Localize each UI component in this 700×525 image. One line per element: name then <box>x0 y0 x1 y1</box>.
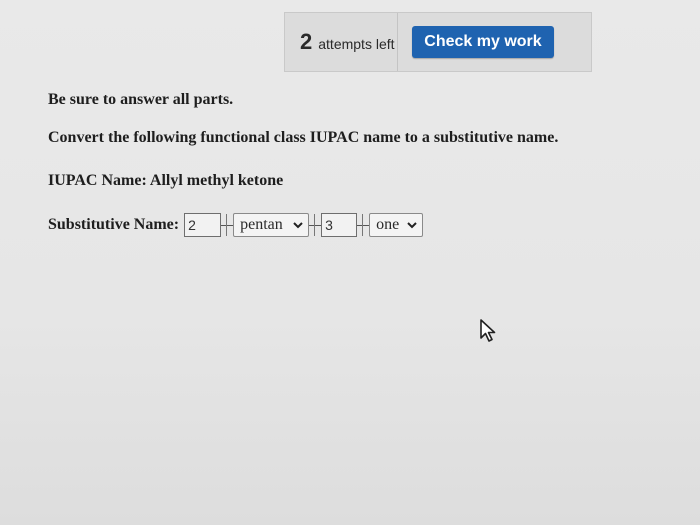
answer-label: Substitutive Name: <box>48 216 180 233</box>
hyphen-separator <box>357 213 370 237</box>
iupac-name: IUPAC Name: Allyl methyl ketone <box>48 172 284 189</box>
check-my-work-button[interactable]: Check my work <box>412 26 554 58</box>
attempts-label: attempts left <box>318 36 395 52</box>
hyphen-separator <box>221 213 234 237</box>
hyphen-separator <box>309 213 322 237</box>
suffix-select[interactable]: one <box>369 213 424 237</box>
question-prompt: Convert the following functional class I… <box>48 129 559 146</box>
toolbar-divider <box>397 13 398 71</box>
instruction-text: Be sure to answer all parts. <box>48 91 234 108</box>
top-toolbar: 2 attempts left Check my work <box>284 12 592 72</box>
answer-row: Substitutive Name: 2 pentan 3 one <box>48 213 424 237</box>
mouse-cursor-icon <box>480 319 496 342</box>
locant-input-1[interactable]: 2 <box>184 213 222 237</box>
chevron-down-icon <box>293 222 303 229</box>
attempts-indicator: 2 attempts left <box>285 29 397 55</box>
parent-chain-value: pentan <box>240 216 283 233</box>
attempts-count: 2 <box>300 29 313 54</box>
chevron-down-icon <box>407 222 417 229</box>
parent-chain-select[interactable]: pentan <box>233 213 310 237</box>
locant-input-2[interactable]: 3 <box>321 213 358 237</box>
suffix-value: one <box>376 216 400 233</box>
